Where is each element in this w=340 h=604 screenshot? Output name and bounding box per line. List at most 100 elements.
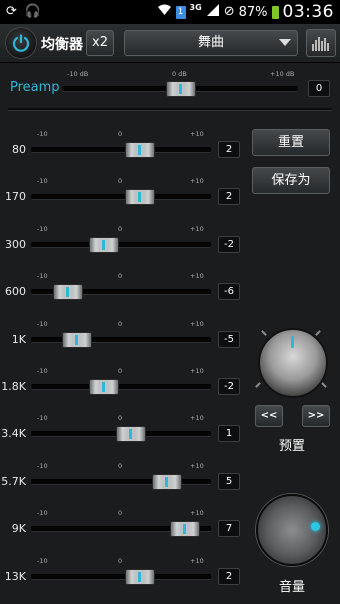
toolbar: 均衡器 x2 舞曲 [0,24,340,63]
visualizer-button[interactable] [306,29,336,57]
band-frequency-label: 170 [5,190,26,203]
band-slider-track[interactable] [31,194,211,200]
band-scale-max: +10 [190,462,204,470]
next-preset-button[interactable]: >> [302,405,330,427]
band-slider-track[interactable] [31,337,211,343]
refresh-icon: ⟳ [6,4,17,19]
battery-percent: 87% [238,4,268,20]
band-scale-mid: 0 [118,557,123,565]
multiplier-button[interactable]: x2 [86,30,114,56]
band-scale-mid: 0 [118,462,123,470]
band-value: 2 [218,188,240,205]
headphones-icon: 🎧 [24,4,42,19]
band-scale-min: -10 [37,367,48,375]
battery-charging-icon [271,5,279,19]
band-scale-min: -10 [37,177,48,185]
band-slider-track[interactable] [31,574,211,580]
band-scale-mid: 0 [118,225,123,233]
band-scale-max: +10 [190,509,204,517]
no-disturb-icon: ⊘ [223,4,235,19]
band-slider-thumb[interactable] [89,237,119,253]
band-value: -6 [218,283,240,300]
band-scale-max: +10 [190,177,204,185]
preset-dropdown[interactable]: 舞曲 [124,30,298,56]
preset-knob[interactable] [258,328,328,398]
knob-indicator [291,336,294,348]
sim-indicator: 1 [175,5,186,19]
preamp-min-label: -10 dB [67,70,89,78]
wifi-icon [157,3,172,22]
band-value: -2 [218,378,240,395]
band-scale-max: +10 [190,225,204,233]
band-slider-track[interactable] [31,147,211,153]
band-scale-min: -10 [37,509,48,517]
spectrum-icon [312,37,329,51]
band-value: 2 [218,141,240,158]
band-frequency-label: 5.7K [1,475,26,488]
preamp-mid-label: 0 dB [172,70,187,78]
status-bar: ⟳ 🎧 1 3G ⊘ 87% 03:36 [0,0,340,24]
knob-tick [255,382,261,388]
knob-tick [261,330,267,336]
network-type: 3G [189,2,202,12]
band-frequency-label: 3.4K [1,427,26,440]
band-slider-track[interactable] [31,479,211,485]
band-scale-mid: 0 [118,272,123,280]
band-scale-mid: 0 [118,367,123,375]
band-slider-thumb[interactable] [170,521,200,537]
save-as-button[interactable]: 保存为 [252,167,330,194]
band-scale-max: +10 [190,130,204,138]
knob-indicator [311,522,320,531]
band-frequency-label: 9K [11,522,26,535]
band-scale-min: -10 [37,462,48,470]
band-scale-mid: 0 [118,414,123,422]
knob-tick [321,382,327,388]
volume-knob[interactable] [256,494,328,566]
band-frequency-label: 1.8K [1,380,26,393]
band-scale-min: -10 [37,272,48,280]
band-scale-max: +10 [190,272,204,280]
band-scale-max: +10 [190,414,204,422]
band-scale-max: +10 [190,557,204,565]
band-value: 1 [218,425,240,442]
band-slider-thumb[interactable] [89,379,119,395]
band-frequency-label: 600 [5,285,26,298]
band-scale-max: +10 [190,367,204,375]
band-scale-mid: 0 [118,320,123,328]
band-slider-track[interactable] [31,384,211,390]
band-frequency-label: 1K [11,333,26,346]
divider [8,108,332,111]
preset-label: 预置 [278,439,305,454]
volume-label: 音量 [278,580,305,595]
preamp-label: Preamp [10,80,60,95]
band-slider-thumb[interactable] [125,189,155,205]
preamp-max-label: +10 dB [270,70,295,78]
band-scale-mid: 0 [118,130,123,138]
band-value: 5 [218,473,240,490]
signal-icon [206,3,220,22]
band-slider-thumb[interactable] [116,426,146,442]
band-slider-thumb[interactable] [152,474,182,490]
band-scale-min: -10 [37,320,48,328]
knob-tick [315,330,321,336]
band-scale-mid: 0 [118,177,123,185]
prev-preset-button[interactable]: << [255,405,283,427]
power-icon [12,34,30,52]
band-scale-max: +10 [190,320,204,328]
preamp-value: 0 [308,80,330,97]
band-frequency-label: 300 [5,238,26,251]
band-scale-min: -10 [37,414,48,422]
clock: 03:36 [282,2,334,22]
preamp-slider-thumb[interactable] [166,81,196,97]
band-scale-mid: 0 [118,509,123,517]
band-slider-thumb[interactable] [125,569,155,585]
page-title: 均衡器 [41,37,83,53]
band-slider-thumb[interactable] [53,284,83,300]
band-slider-thumb[interactable] [62,332,92,348]
band-frequency-label: 80 [12,143,26,156]
preset-dropdown-value: 舞曲 [197,35,224,50]
band-slider-thumb[interactable] [125,142,155,158]
reset-button[interactable]: 重置 [252,129,330,156]
band-slider-track[interactable] [31,242,211,248]
power-button[interactable] [5,27,37,59]
